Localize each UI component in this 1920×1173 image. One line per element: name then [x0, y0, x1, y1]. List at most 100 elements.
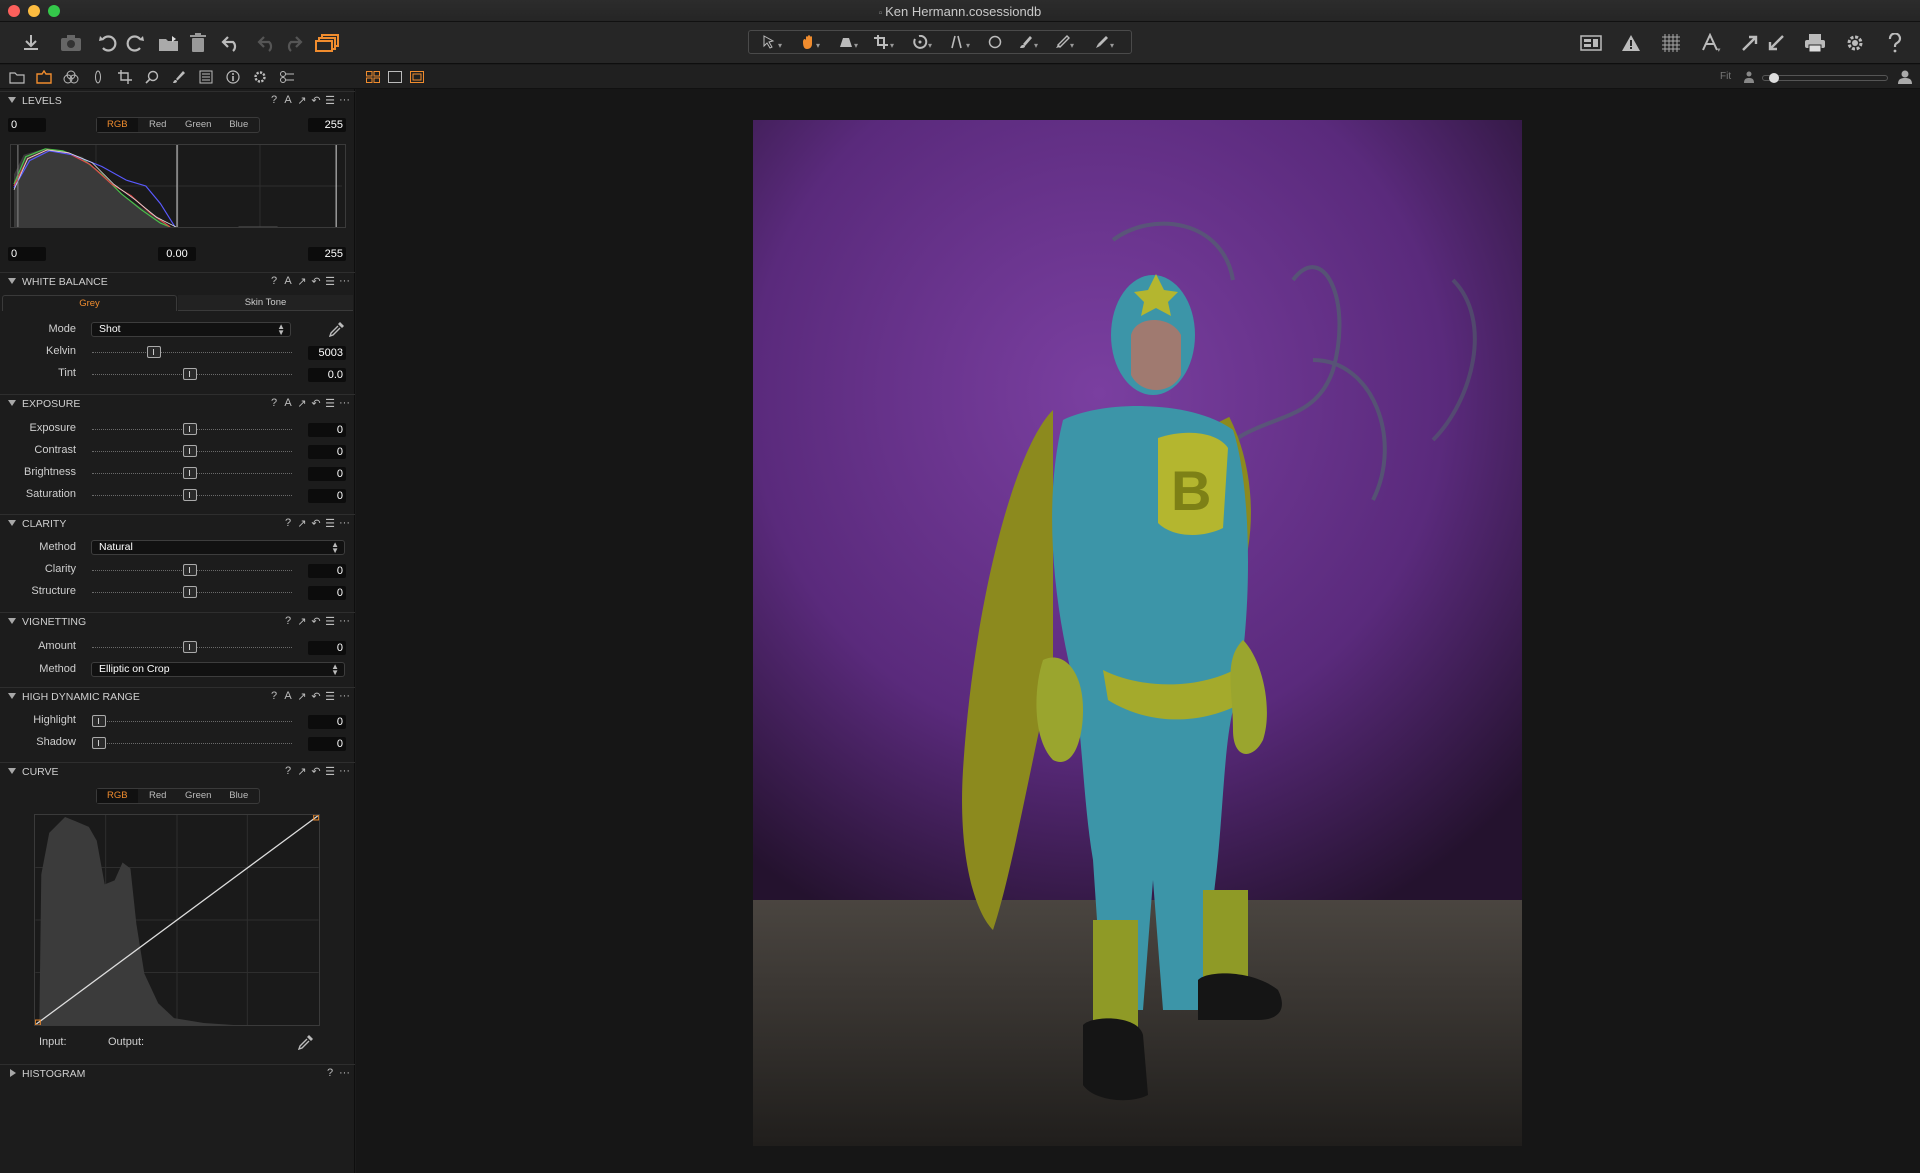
help-icon[interactable]: ? [269, 94, 279, 107]
auto-icon[interactable]: A [283, 94, 293, 107]
curve-picker-icon[interactable] [298, 1034, 314, 1050]
exposure-slider[interactable] [92, 422, 292, 436]
reset-icon[interactable]: ↶ [311, 517, 321, 530]
histogram-header[interactable]: HISTOGRAM ? ··· [0, 1064, 355, 1082]
presets-icon[interactable]: ☰ [325, 94, 335, 107]
text-overlay-icon[interactable]: ▾ [1699, 31, 1725, 55]
import-icon[interactable] [18, 31, 44, 55]
local-adjustments-tab-icon[interactable] [170, 69, 188, 85]
wb-picker-icon[interactable] [329, 321, 345, 337]
channel-red[interactable]: Red [138, 789, 179, 803]
multi-view-icon[interactable] [364, 69, 382, 85]
shadow-value[interactable]: 0 [308, 737, 346, 751]
levels-input-high[interactable]: 255 [308, 118, 346, 132]
help-icon[interactable]: ? [283, 517, 293, 530]
curve-header[interactable]: CURVE ? ↗ ↶ ☰ ··· [0, 762, 355, 780]
undo-icon[interactable] [218, 31, 244, 55]
levels-histogram[interactable] [10, 144, 346, 228]
clarity-slider-knob[interactable] [183, 564, 197, 576]
pan-hand-icon[interactable]: ▾ [791, 33, 831, 51]
help-icon[interactable]: ? [269, 690, 279, 703]
structure-value[interactable]: 0 [308, 586, 346, 600]
zoom-slider[interactable] [1762, 73, 1888, 83]
wb-mode-dropdown[interactable]: Shot ▲ ▼ [91, 322, 291, 337]
collapse-arrow-icon[interactable] [8, 693, 16, 699]
saturation-slider[interactable] [92, 488, 292, 502]
camera-icon[interactable] [58, 31, 84, 55]
shadow-slider[interactable] [92, 736, 292, 750]
reset-icon[interactable]: ↶ [311, 690, 321, 703]
eraser-icon[interactable]: ▾ [1045, 33, 1085, 51]
picker-icon[interactable]: ↗ [297, 275, 307, 288]
crop-tab-icon[interactable] [116, 69, 134, 85]
trash-icon[interactable] [185, 31, 211, 55]
vignetting-amount-slider[interactable] [92, 640, 292, 654]
more-icon[interactable]: ··· [339, 1067, 350, 1079]
layout-icon[interactable] [1578, 31, 1604, 55]
copy-apply-icon[interactable] [314, 31, 340, 55]
kelvin-slider[interactable] [92, 345, 292, 359]
contrast-value[interactable]: 0 [308, 445, 346, 459]
reset-icon[interactable]: ↶ [311, 615, 321, 628]
help-icon[interactable]: ? [283, 765, 293, 778]
exposure-warning-icon[interactable] [1618, 31, 1644, 55]
brightness-value[interactable]: 0 [308, 467, 346, 481]
reset-icon[interactable]: ↶ [311, 765, 321, 778]
picker-icon[interactable]: ↗ [297, 615, 307, 628]
clarity-method-dropdown[interactable]: Natural ▲ ▼ [91, 540, 345, 555]
reset-icon[interactable]: ↶ [311, 94, 321, 107]
structure-slider-knob[interactable] [183, 586, 197, 598]
vignetting-amount-knob[interactable] [183, 641, 197, 653]
collapse-arrow-icon[interactable] [8, 768, 16, 774]
picker-icon[interactable]: ↗ [297, 765, 307, 778]
grid-icon[interactable] [1658, 31, 1684, 55]
channel-green[interactable]: Green [178, 789, 219, 803]
presets-icon[interactable]: ☰ [325, 275, 335, 288]
tint-slider-knob[interactable] [183, 368, 197, 380]
collapse-arrow-icon[interactable] [8, 520, 16, 526]
photo-superhero-portrait[interactable]: B [753, 120, 1522, 1146]
picker-icon[interactable]: ↗ [297, 94, 307, 107]
reset-icon[interactable]: ↶ [311, 397, 321, 410]
reset-icon[interactable]: ↶ [311, 275, 321, 288]
vignetting-method-dropdown[interactable]: Elliptic on Crop ▲ ▼ [91, 662, 345, 677]
zoom-fit-label[interactable]: Fit [1720, 71, 1731, 82]
more-icon[interactable]: ··· [339, 517, 350, 530]
hdr-header[interactable]: HIGH DYNAMIC RANGE ? A ↗ ↶ ☰ ··· [0, 687, 355, 705]
presets-icon[interactable]: ☰ [325, 615, 335, 628]
exposure-value[interactable]: 0 [308, 423, 346, 437]
picker-icon[interactable]: ↗ [297, 397, 307, 410]
help-icon[interactable]: ? [325, 1067, 335, 1079]
settings-icon[interactable] [1842, 31, 1868, 55]
auto-icon[interactable]: A [283, 275, 293, 288]
collapse-arrow-icon[interactable] [8, 278, 16, 284]
rotate-right-icon[interactable] [122, 31, 148, 55]
picker-icon[interactable]: ↗ [297, 517, 307, 530]
channel-rgb[interactable]: RGB [97, 118, 138, 132]
print-icon[interactable] [1802, 31, 1828, 55]
brush-icon[interactable]: ▾ [1009, 33, 1049, 51]
capture-tab-icon[interactable] [35, 69, 53, 85]
contrast-slider-knob[interactable] [183, 445, 197, 457]
white-balance-header[interactable]: WHITE BALANCE ? A ↗ ↶ ☰ ··· [0, 272, 355, 290]
crop-icon[interactable]: ▾ [865, 33, 905, 51]
saturation-slider-knob[interactable] [183, 489, 197, 501]
channel-rgb[interactable]: RGB [97, 789, 138, 803]
exposure-header[interactable]: EXPOSURE ? A ↗ ↶ ☰ ··· [0, 394, 355, 412]
collapse-arrow-icon[interactable] [8, 97, 16, 103]
presets-icon[interactable]: ☰ [325, 517, 335, 530]
highlight-slider-knob[interactable] [92, 715, 106, 727]
structure-slider[interactable] [92, 585, 292, 599]
highlight-value[interactable]: 0 [308, 715, 346, 729]
batch-tab-icon[interactable] [278, 69, 296, 85]
clarity-value[interactable]: 0 [308, 564, 346, 578]
select-cursor-icon[interactable]: ▾ [753, 33, 793, 51]
help-icon[interactable]: ? [283, 615, 293, 628]
help-icon[interactable]: ? [269, 275, 279, 288]
kelvin-value[interactable]: 5003 [308, 346, 346, 360]
clarity-header[interactable]: CLARITY ? ↗ ↶ ☰ ··· [0, 514, 355, 532]
shadow-slider-knob[interactable] [92, 737, 106, 749]
help-icon[interactable] [1882, 31, 1908, 55]
kelvin-slider-knob[interactable] [147, 346, 161, 358]
more-icon[interactable]: ··· [339, 94, 350, 107]
